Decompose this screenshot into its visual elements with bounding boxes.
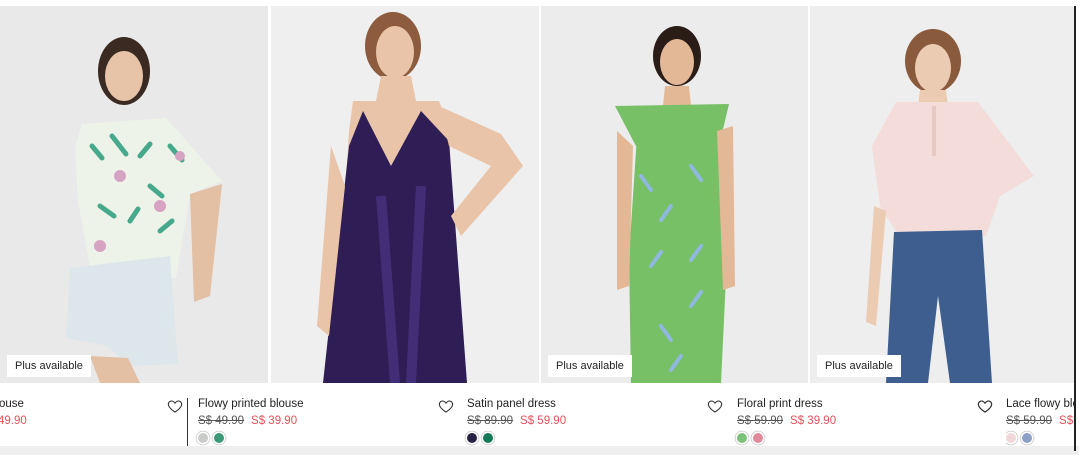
color-swatch[interactable] [1006,433,1016,443]
product-prices: S$ 59.90 S$ 39.90 [737,415,836,427]
color-swatch[interactable] [198,433,208,443]
model-photo [810,6,1076,383]
plus-available-badge: Plus available [548,355,632,377]
product-name-link[interactable]: Lace flowy blo [1006,398,1076,410]
original-price: S$ 89.90 [467,415,514,427]
color-swatches [198,433,224,443]
product-name-link[interactable]: Satin panel dress [467,398,556,410]
color-swatch[interactable] [737,433,747,443]
original-price: S$ 59.90 [1006,415,1053,427]
product-prices: S$ 89.90 S$ 59.90 [467,415,566,427]
color-swatch[interactable] [753,433,763,443]
sale-price: 49.90 [0,415,27,427]
wishlist-heart-icon[interactable] [977,398,993,414]
plus-available-badge: Plus available [817,355,901,377]
wishlist-heart-icon[interactable] [167,398,183,414]
product-image-3[interactable]: Plus available [541,6,808,383]
original-price: S$ 59.90 [737,415,784,427]
sale-price: S$ 39.90 [251,415,298,427]
color-swatch[interactable] [1022,433,1032,443]
product-prices: 49.90 [0,415,27,427]
product-prices: S$ 59.90S$ 4 [1006,415,1076,427]
product-image-4[interactable]: Plus available [810,6,1076,383]
product-prices: S$ 49.90 S$ 39.90 [198,415,297,427]
model-photo [271,6,539,383]
product-name-link[interactable]: Flowy printed blouse [198,398,303,410]
color-swatch[interactable] [214,433,224,443]
color-swatches [467,433,493,443]
wishlist-heart-icon[interactable] [438,398,454,414]
plus-available-badge: Plus available [7,355,91,377]
color-swatch[interactable] [483,433,493,443]
product-image-1[interactable]: Plus available [0,6,268,383]
bottom-strip [0,446,1079,455]
color-swatch[interactable] [467,433,477,443]
model-photo [541,6,808,383]
product-name-link[interactable]: ouse [0,398,24,410]
sale-price: S$ 39.90 [790,415,837,427]
product-name-link[interactable]: Floral print dress [737,398,823,410]
sale-price: S$ 59.90 [520,415,567,427]
color-swatches [1006,433,1032,443]
wishlist-heart-icon[interactable] [707,398,723,414]
color-swatches [737,433,763,443]
model-photo [0,6,268,383]
original-price: S$ 49.90 [198,415,245,427]
scroll-edge [1074,6,1076,451]
product-image-2[interactable] [271,6,539,383]
